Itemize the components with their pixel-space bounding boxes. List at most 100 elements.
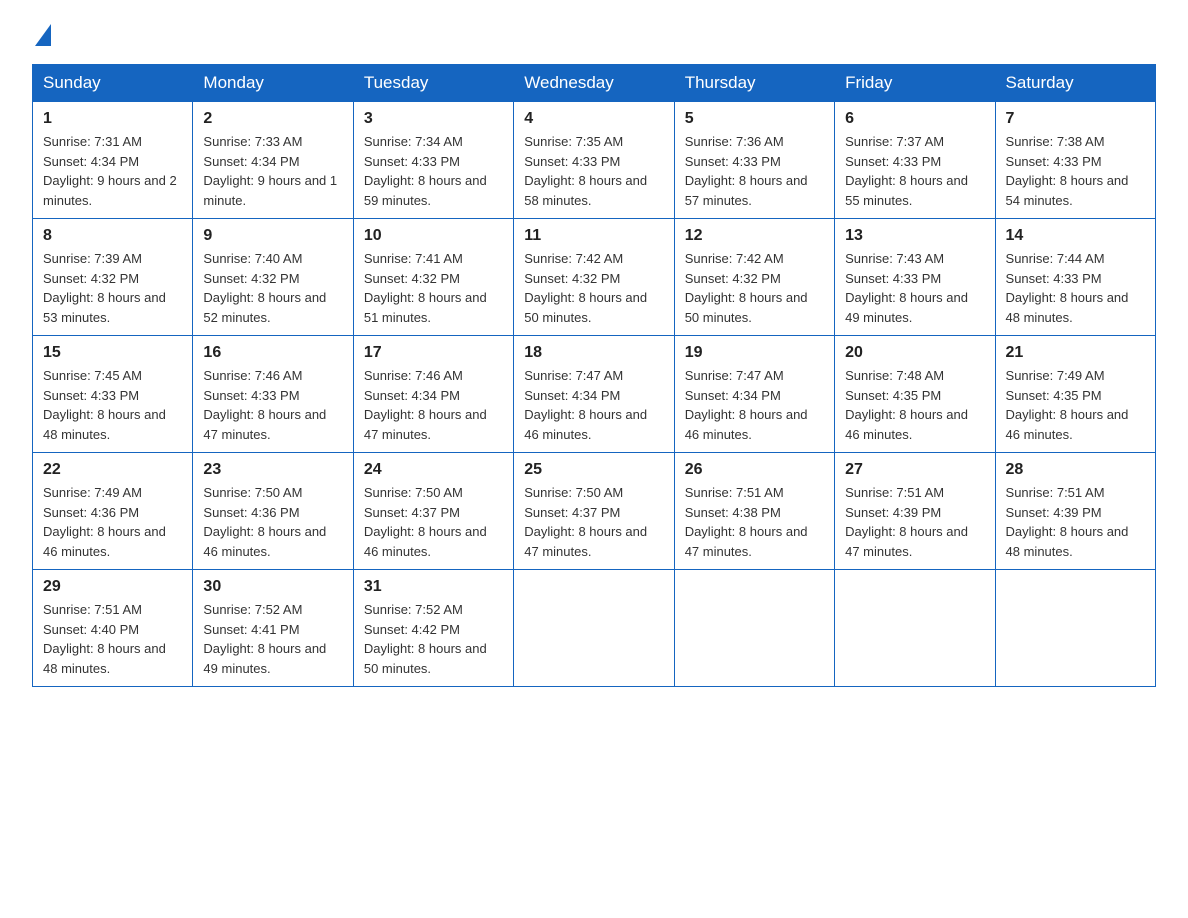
weekday-header-sunday: Sunday <box>33 65 193 102</box>
calendar-day-cell: 7 Sunrise: 7:38 AM Sunset: 4:33 PM Dayli… <box>995 102 1155 219</box>
day-info: Sunrise: 7:51 AM Sunset: 4:40 PM Dayligh… <box>43 600 182 678</box>
day-number: 19 <box>685 344 824 362</box>
calendar-table: SundayMondayTuesdayWednesdayThursdayFrid… <box>32 64 1156 687</box>
day-number: 15 <box>43 344 182 362</box>
calendar-day-cell: 21 Sunrise: 7:49 AM Sunset: 4:35 PM Dayl… <box>995 336 1155 453</box>
calendar-day-cell: 30 Sunrise: 7:52 AM Sunset: 4:41 PM Dayl… <box>193 570 353 687</box>
day-number: 28 <box>1006 461 1145 479</box>
calendar-day-cell: 22 Sunrise: 7:49 AM Sunset: 4:36 PM Dayl… <box>33 453 193 570</box>
day-number: 9 <box>203 227 342 245</box>
day-info: Sunrise: 7:39 AM Sunset: 4:32 PM Dayligh… <box>43 249 182 327</box>
day-info: Sunrise: 7:44 AM Sunset: 4:33 PM Dayligh… <box>1006 249 1145 327</box>
day-info: Sunrise: 7:35 AM Sunset: 4:33 PM Dayligh… <box>524 132 663 210</box>
calendar-day-cell: 5 Sunrise: 7:36 AM Sunset: 4:33 PM Dayli… <box>674 102 834 219</box>
day-info: Sunrise: 7:37 AM Sunset: 4:33 PM Dayligh… <box>845 132 984 210</box>
day-info: Sunrise: 7:48 AM Sunset: 4:35 PM Dayligh… <box>845 366 984 444</box>
calendar-day-cell: 16 Sunrise: 7:46 AM Sunset: 4:33 PM Dayl… <box>193 336 353 453</box>
day-info: Sunrise: 7:51 AM Sunset: 4:39 PM Dayligh… <box>845 483 984 561</box>
day-info: Sunrise: 7:51 AM Sunset: 4:38 PM Dayligh… <box>685 483 824 561</box>
day-info: Sunrise: 7:50 AM Sunset: 4:37 PM Dayligh… <box>524 483 663 561</box>
day-info: Sunrise: 7:51 AM Sunset: 4:39 PM Dayligh… <box>1006 483 1145 561</box>
calendar-header: SundayMondayTuesdayWednesdayThursdayFrid… <box>33 65 1156 102</box>
day-number: 26 <box>685 461 824 479</box>
day-number: 17 <box>364 344 503 362</box>
calendar-day-cell <box>835 570 995 687</box>
calendar-week-row: 29 Sunrise: 7:51 AM Sunset: 4:40 PM Dayl… <box>33 570 1156 687</box>
day-info: Sunrise: 7:50 AM Sunset: 4:37 PM Dayligh… <box>364 483 503 561</box>
day-number: 21 <box>1006 344 1145 362</box>
weekday-header-friday: Friday <box>835 65 995 102</box>
calendar-body: 1 Sunrise: 7:31 AM Sunset: 4:34 PM Dayli… <box>33 102 1156 687</box>
day-info: Sunrise: 7:38 AM Sunset: 4:33 PM Dayligh… <box>1006 132 1145 210</box>
calendar-day-cell: 4 Sunrise: 7:35 AM Sunset: 4:33 PM Dayli… <box>514 102 674 219</box>
calendar-day-cell: 15 Sunrise: 7:45 AM Sunset: 4:33 PM Dayl… <box>33 336 193 453</box>
day-info: Sunrise: 7:50 AM Sunset: 4:36 PM Dayligh… <box>203 483 342 561</box>
day-number: 22 <box>43 461 182 479</box>
day-info: Sunrise: 7:41 AM Sunset: 4:32 PM Dayligh… <box>364 249 503 327</box>
calendar-day-cell: 9 Sunrise: 7:40 AM Sunset: 4:32 PM Dayli… <box>193 219 353 336</box>
calendar-day-cell: 1 Sunrise: 7:31 AM Sunset: 4:34 PM Dayli… <box>33 102 193 219</box>
day-number: 23 <box>203 461 342 479</box>
day-number: 14 <box>1006 227 1145 245</box>
day-info: Sunrise: 7:42 AM Sunset: 4:32 PM Dayligh… <box>524 249 663 327</box>
day-number: 3 <box>364 110 503 128</box>
calendar-day-cell <box>995 570 1155 687</box>
calendar-day-cell: 14 Sunrise: 7:44 AM Sunset: 4:33 PM Dayl… <box>995 219 1155 336</box>
weekday-header-monday: Monday <box>193 65 353 102</box>
day-number: 31 <box>364 578 503 596</box>
day-number: 13 <box>845 227 984 245</box>
calendar-day-cell: 3 Sunrise: 7:34 AM Sunset: 4:33 PM Dayli… <box>353 102 513 219</box>
day-number: 8 <box>43 227 182 245</box>
calendar-week-row: 22 Sunrise: 7:49 AM Sunset: 4:36 PM Dayl… <box>33 453 1156 570</box>
calendar-day-cell: 17 Sunrise: 7:46 AM Sunset: 4:34 PM Dayl… <box>353 336 513 453</box>
weekday-header-wednesday: Wednesday <box>514 65 674 102</box>
day-number: 16 <box>203 344 342 362</box>
calendar-day-cell: 10 Sunrise: 7:41 AM Sunset: 4:32 PM Dayl… <box>353 219 513 336</box>
calendar-day-cell <box>514 570 674 687</box>
day-info: Sunrise: 7:52 AM Sunset: 4:41 PM Dayligh… <box>203 600 342 678</box>
day-info: Sunrise: 7:46 AM Sunset: 4:34 PM Dayligh… <box>364 366 503 444</box>
day-info: Sunrise: 7:40 AM Sunset: 4:32 PM Dayligh… <box>203 249 342 327</box>
day-number: 29 <box>43 578 182 596</box>
day-number: 6 <box>845 110 984 128</box>
day-info: Sunrise: 7:34 AM Sunset: 4:33 PM Dayligh… <box>364 132 503 210</box>
day-number: 30 <box>203 578 342 596</box>
calendar-day-cell: 23 Sunrise: 7:50 AM Sunset: 4:36 PM Dayl… <box>193 453 353 570</box>
day-number: 7 <box>1006 110 1145 128</box>
calendar-week-row: 8 Sunrise: 7:39 AM Sunset: 4:32 PM Dayli… <box>33 219 1156 336</box>
day-number: 24 <box>364 461 503 479</box>
day-info: Sunrise: 7:42 AM Sunset: 4:32 PM Dayligh… <box>685 249 824 327</box>
weekday-header-saturday: Saturday <box>995 65 1155 102</box>
calendar-day-cell: 19 Sunrise: 7:47 AM Sunset: 4:34 PM Dayl… <box>674 336 834 453</box>
day-info: Sunrise: 7:46 AM Sunset: 4:33 PM Dayligh… <box>203 366 342 444</box>
calendar-day-cell: 31 Sunrise: 7:52 AM Sunset: 4:42 PM Dayl… <box>353 570 513 687</box>
calendar-day-cell: 18 Sunrise: 7:47 AM Sunset: 4:34 PM Dayl… <box>514 336 674 453</box>
day-number: 18 <box>524 344 663 362</box>
day-info: Sunrise: 7:36 AM Sunset: 4:33 PM Dayligh… <box>685 132 824 210</box>
day-info: Sunrise: 7:47 AM Sunset: 4:34 PM Dayligh… <box>685 366 824 444</box>
day-info: Sunrise: 7:49 AM Sunset: 4:36 PM Dayligh… <box>43 483 182 561</box>
day-info: Sunrise: 7:52 AM Sunset: 4:42 PM Dayligh… <box>364 600 503 678</box>
calendar-day-cell: 13 Sunrise: 7:43 AM Sunset: 4:33 PM Dayl… <box>835 219 995 336</box>
day-info: Sunrise: 7:43 AM Sunset: 4:33 PM Dayligh… <box>845 249 984 327</box>
day-number: 5 <box>685 110 824 128</box>
calendar-day-cell: 20 Sunrise: 7:48 AM Sunset: 4:35 PM Dayl… <box>835 336 995 453</box>
calendar-day-cell: 24 Sunrise: 7:50 AM Sunset: 4:37 PM Dayl… <box>353 453 513 570</box>
day-number: 1 <box>43 110 182 128</box>
calendar-day-cell: 29 Sunrise: 7:51 AM Sunset: 4:40 PM Dayl… <box>33 570 193 687</box>
calendar-day-cell: 6 Sunrise: 7:37 AM Sunset: 4:33 PM Dayli… <box>835 102 995 219</box>
calendar-week-row: 1 Sunrise: 7:31 AM Sunset: 4:34 PM Dayli… <box>33 102 1156 219</box>
calendar-day-cell: 27 Sunrise: 7:51 AM Sunset: 4:39 PM Dayl… <box>835 453 995 570</box>
logo <box>32 24 51 48</box>
calendar-day-cell: 2 Sunrise: 7:33 AM Sunset: 4:34 PM Dayli… <box>193 102 353 219</box>
calendar-day-cell: 8 Sunrise: 7:39 AM Sunset: 4:32 PM Dayli… <box>33 219 193 336</box>
day-number: 10 <box>364 227 503 245</box>
day-number: 25 <box>524 461 663 479</box>
calendar-day-cell <box>674 570 834 687</box>
day-info: Sunrise: 7:45 AM Sunset: 4:33 PM Dayligh… <box>43 366 182 444</box>
day-number: 11 <box>524 227 663 245</box>
day-number: 12 <box>685 227 824 245</box>
calendar-day-cell: 12 Sunrise: 7:42 AM Sunset: 4:32 PM Dayl… <box>674 219 834 336</box>
logo-triangle-icon <box>35 24 51 46</box>
day-info: Sunrise: 7:33 AM Sunset: 4:34 PM Dayligh… <box>203 132 342 210</box>
